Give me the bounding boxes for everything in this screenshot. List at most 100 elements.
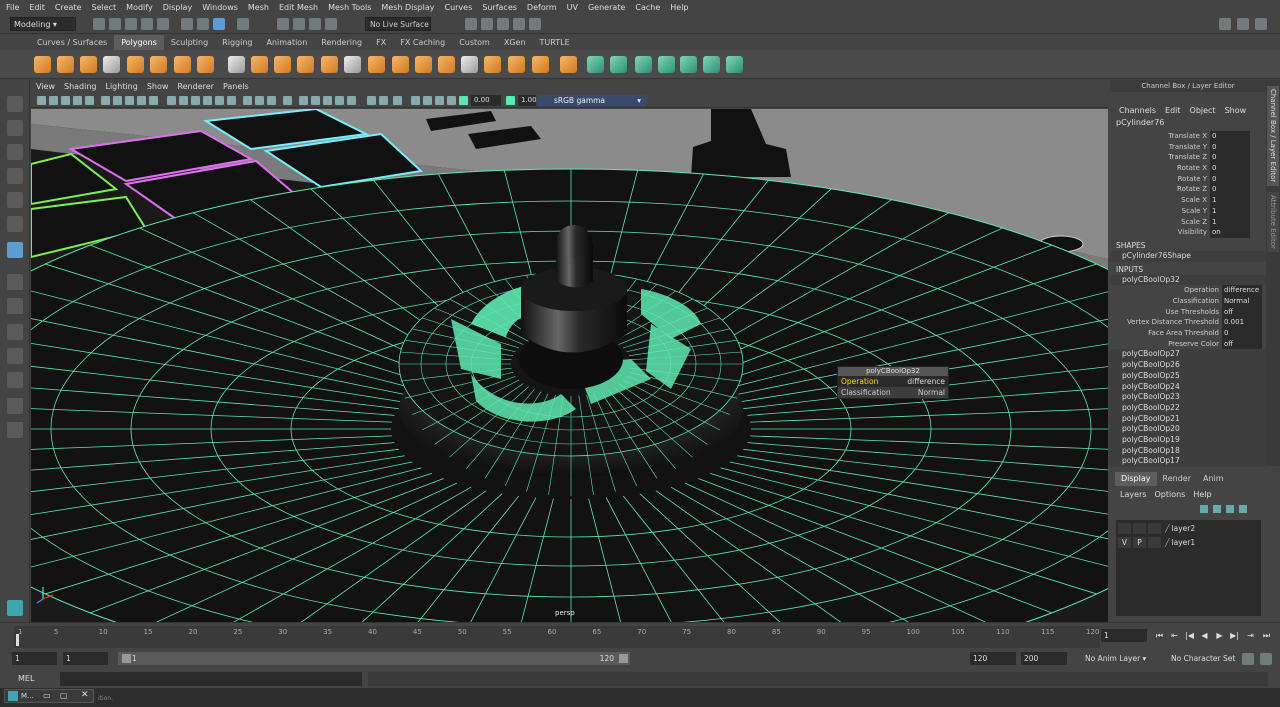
hypershade-layout-icon[interactable] (7, 372, 23, 388)
smooth-icon[interactable] (415, 56, 432, 73)
input-node-item[interactable]: polyCBoolOp26 (1110, 360, 1266, 371)
snap-grid-icon[interactable] (237, 18, 249, 30)
input-node-item[interactable]: polyCBoolOp20 (1110, 424, 1266, 436)
attr-value[interactable]: 0 (1210, 131, 1250, 142)
current-frame-field[interactable]: 1 (1101, 629, 1147, 642)
save-scene-icon[interactable] (125, 18, 137, 30)
wireframe-icon[interactable] (167, 96, 176, 105)
shelf-tab-sculpting[interactable]: Sculpting (164, 35, 215, 50)
attr-value[interactable]: 0 (1210, 184, 1250, 196)
bridge-icon[interactable] (508, 56, 525, 73)
layer-menu-options[interactable]: Options (1154, 490, 1185, 499)
boolean-icon[interactable] (438, 56, 455, 73)
image-plane-icon[interactable] (73, 96, 82, 105)
input-node-item[interactable]: polyCBoolOp22 (1110, 402, 1266, 414)
2d-pan-zoom-icon[interactable] (85, 96, 94, 105)
attr-value[interactable]: 1 (1210, 195, 1250, 206)
helix-icon[interactable] (297, 56, 314, 73)
menu-edit[interactable]: Edit (29, 3, 45, 12)
anti-aliasing-icon[interactable] (267, 96, 276, 105)
select-component-icon[interactable] (213, 18, 225, 30)
menu-generate[interactable]: Generate (588, 3, 625, 12)
isolate-select-icon[interactable] (299, 96, 308, 105)
gamma-icon[interactable] (506, 96, 515, 105)
field-chart-icon[interactable] (149, 96, 158, 105)
layer-tab-anim[interactable]: Anim (1197, 472, 1230, 486)
step-back-frame-icon[interactable]: |◀ (1185, 631, 1194, 640)
input-node[interactable]: polyCBoolOp32 (1110, 274, 1266, 286)
camera-attributes-icon[interactable] (49, 96, 58, 105)
disc-icon[interactable] (174, 56, 191, 73)
attr-row-rotate-y[interactable]: Rotate Y0 (1110, 173, 1266, 185)
menu-windows[interactable]: Windows (202, 3, 238, 12)
lasso-tool-icon[interactable] (7, 120, 23, 136)
new-layer-selected-icon[interactable] (1239, 505, 1247, 513)
layer-visibility-toggle[interactable]: V (1118, 537, 1131, 548)
snap-curve-icon[interactable] (277, 18, 289, 30)
select-hierarchy-icon[interactable] (181, 18, 193, 30)
layer-color-swatch[interactable] (1148, 523, 1161, 534)
sew-uv-icon[interactable] (726, 56, 743, 73)
input-node-item[interactable]: polyCBoolOp23 (1110, 392, 1266, 403)
attr-value[interactable]: 1 (1210, 205, 1250, 217)
bookmarks-icon[interactable] (61, 96, 70, 105)
default-quality-icon[interactable] (447, 96, 456, 105)
cylinder-icon[interactable] (80, 56, 97, 73)
menu-select[interactable]: Select (91, 3, 116, 12)
live-surface-field[interactable]: No Live Surface (365, 17, 431, 31)
bevel-icon[interactable] (532, 56, 549, 73)
hypershade-icon[interactable] (529, 18, 541, 30)
new-scene-icon[interactable] (93, 18, 105, 30)
xray-active-components-icon[interactable] (323, 96, 332, 105)
node-hud-popup[interactable]: polyCBoolOp32 Operation difference Classi… (837, 366, 949, 399)
select-tool-icon[interactable] (7, 96, 23, 112)
single-perspective-layout-icon[interactable] (7, 274, 23, 290)
wireframe-on-shaded-icon[interactable] (191, 96, 200, 105)
viewport-menu-renderer[interactable]: Renderer (177, 80, 214, 94)
render-settings-icon[interactable] (513, 18, 525, 30)
viewport-menu-show[interactable]: Show (147, 80, 169, 94)
attr-row-translate-x[interactable]: Translate X0 (1110, 131, 1266, 142)
target-weld-icon[interactable] (587, 56, 604, 73)
menu-mesh-tools[interactable]: Mesh Tools (328, 3, 371, 12)
menu-surfaces[interactable]: Surfaces (482, 3, 517, 12)
frame-selection-icon[interactable] (423, 96, 432, 105)
plane-icon[interactable] (127, 56, 144, 73)
menu-mesh[interactable]: Mesh (248, 3, 269, 12)
hud-row-classification[interactable]: Classification Normal (838, 387, 948, 398)
input-attr-row-use-thresholds[interactable]: Use Thresholds off (1110, 306, 1266, 318)
shelf-tab-polygons[interactable]: Polygons (114, 35, 164, 50)
attr-value[interactable]: 0 (1210, 163, 1250, 174)
shelf-tab-fx-caching[interactable]: FX Caching (393, 35, 452, 50)
input-node-item[interactable]: polyCBoolOp27 (1110, 349, 1266, 361)
menu-modify[interactable]: Modify (126, 3, 153, 12)
render-view-icon[interactable] (465, 18, 477, 30)
channel-menu-show[interactable]: Show (1225, 106, 1247, 115)
select-camera-icon[interactable] (37, 96, 46, 105)
tab-channel-box[interactable]: Channel Box / Layer Editor (1267, 86, 1279, 186)
layer-menu-help[interactable]: Help (1193, 490, 1211, 499)
attr-value[interactable]: Normal (1222, 295, 1262, 307)
persp-outliner-layout-icon[interactable] (7, 324, 23, 340)
menu-file[interactable]: File (6, 3, 19, 12)
mode-selector[interactable]: Modeling ▾ (10, 17, 76, 31)
multi-cut-icon[interactable] (560, 56, 577, 73)
undo-icon[interactable] (141, 18, 153, 30)
bounding-box-icon[interactable] (435, 96, 444, 105)
use-all-lights-icon[interactable] (215, 96, 224, 105)
shelf-tab-animation[interactable]: Animation (259, 35, 314, 50)
anim-prefs-icon[interactable] (1260, 653, 1272, 665)
attr-row-scale-x[interactable]: Scale X1 (1110, 195, 1266, 206)
tab-attribute-editor[interactable]: Attribute Editor (1267, 192, 1279, 252)
outliner-layout-icon[interactable] (7, 398, 23, 414)
attr-row-visibility[interactable]: Visibility on (1110, 227, 1266, 238)
super-shape-icon[interactable] (344, 56, 361, 73)
headsup-display-icon[interactable] (393, 96, 402, 105)
range-end-handle[interactable] (619, 654, 628, 663)
viewport-menu-lighting[interactable]: Lighting (105, 80, 137, 94)
go-to-end-icon[interactable]: ⏭ (1262, 631, 1271, 640)
motion-blur-icon[interactable] (255, 96, 264, 105)
input-node-item[interactable]: polyCBoolOp25 (1110, 370, 1266, 382)
viewport-menu-view[interactable]: View (36, 80, 55, 94)
object-name[interactable]: pCylinder76 (1110, 115, 1266, 127)
